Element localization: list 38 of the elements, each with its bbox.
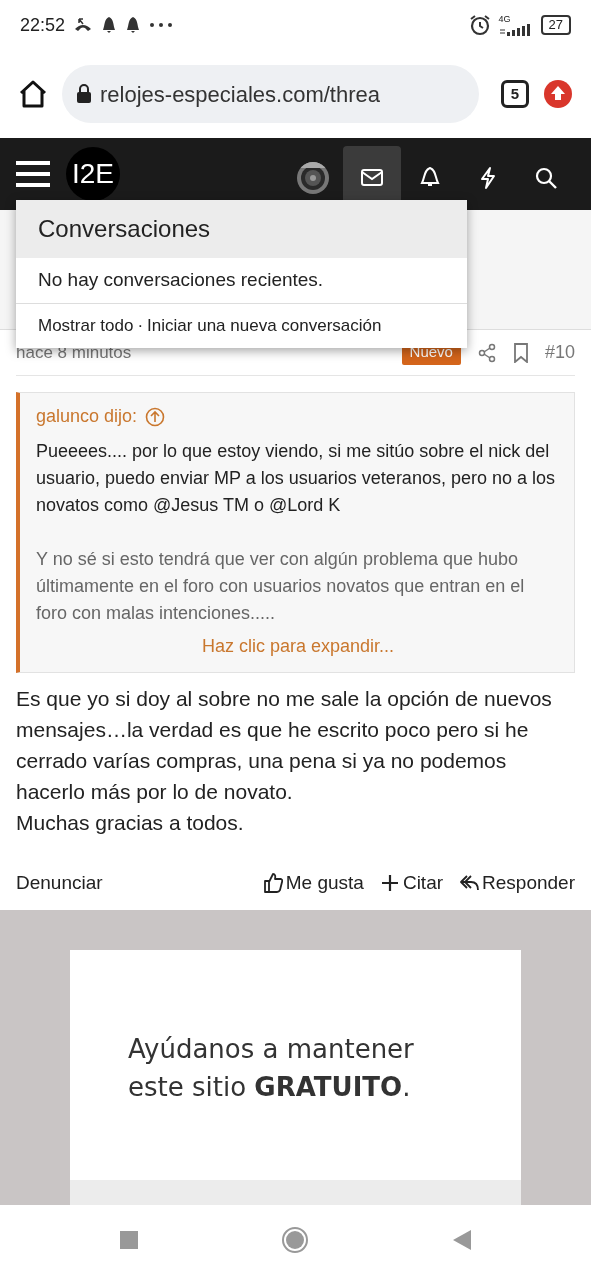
plus-icon [379,872,400,894]
separator-text: · [137,315,144,338]
quote-text: Y no sé si esto tendrá que ver con algún problema que hubo últimamente en el foro con usuarios novatos que entran en el foro con malas intenciones..... [36,548,526,625]
url-text: relojes-especiales.com/threa [100,80,381,109]
upload-icon[interactable] [543,79,573,109]
post-text: Es que yo si doy al sobre no me sale la opción de nuevos mensajes…la verdad es que he escrito poco pero si he cerrado varías compras, una pena si ya no podemos hacerlo más por lo de novato. Muchas gracias a todos. [15,686,553,836]
share-icon[interactable] [476,342,497,363]
address-bar[interactable]: relojes-especiales.com/threa [62,65,479,123]
signal-icon [498,23,533,36]
like-link[interactable]: Me gusta [262,868,364,898]
bell-icon [125,16,142,34]
thumbs-up-icon [262,872,283,894]
dropdown-title: Conversaciones [16,200,467,258]
alarm-icon [468,14,491,36]
clock-text: 22:52 [20,13,66,37]
menu-link[interactable]: Mostrar todo [38,313,134,339]
network-type-text: 4G [498,14,511,24]
bell-icon [101,16,118,34]
quote-text: Pueeees.... por lo que estoy viendo, si me sitúo sobre el nick del usuario, puedo enviar MP a los usuarios veteranos, pero no a los novatos como @Jesus TM o @Lord K [36,440,556,517]
tab-count-button[interactable]: 5 [501,80,529,108]
ad-text: Ayúdanos a mantener este sitio GRATUITO. [127,1033,415,1104]
menu-link[interactable]: Iniciar una nueva conversación [147,313,382,339]
reply-link[interactable]: Responder [459,868,575,898]
site-logo[interactable]: I2E [66,147,120,201]
post-number-link[interactable]: #10 [544,339,575,366]
search-icon [534,166,558,190]
home-icon[interactable] [18,79,48,109]
menu-icon[interactable] [16,161,50,187]
quote-link[interactable]: Citar [379,868,444,898]
report-link[interactable]: Denunciar [16,868,103,898]
bookmark-icon[interactable] [512,342,529,363]
battery-level: 27 [540,15,571,35]
home-circle-icon[interactable] [281,1226,310,1254]
lock-icon [76,84,92,104]
back-icon[interactable] [451,1229,472,1251]
recent-apps-icon[interactable] [119,1230,140,1250]
more-icon [149,22,174,28]
arrow-up-circle-icon[interactable] [145,406,166,427]
